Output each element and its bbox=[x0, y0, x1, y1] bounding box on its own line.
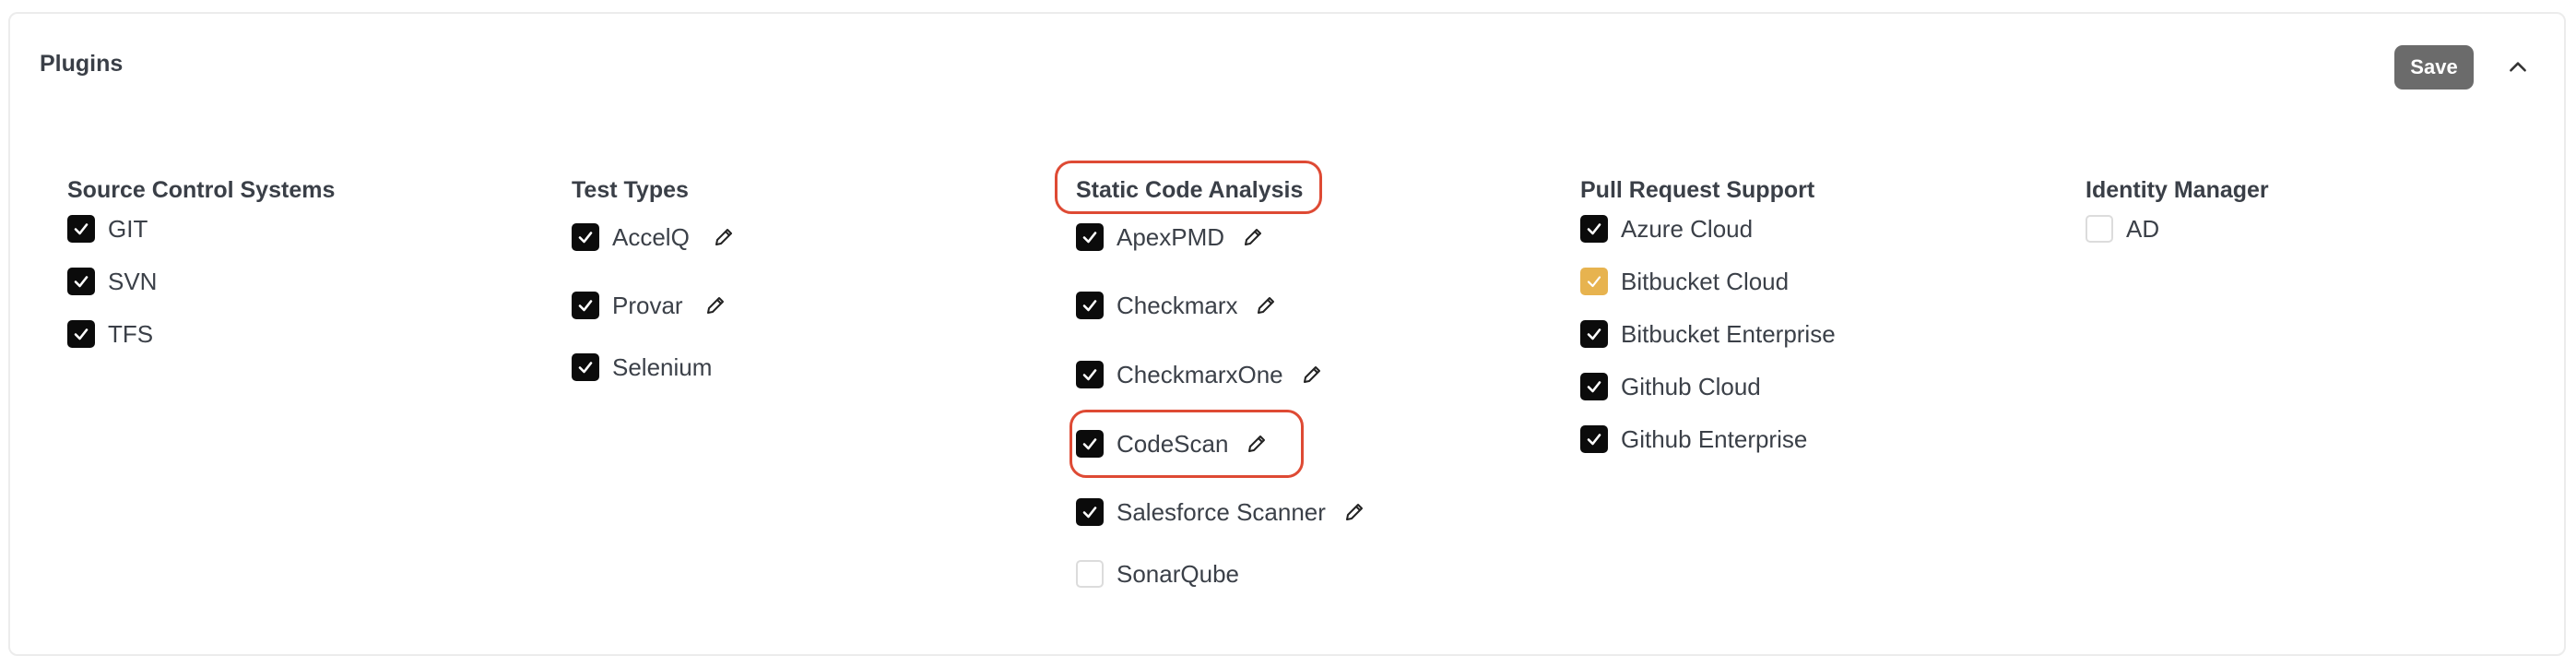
check-icon bbox=[74, 276, 89, 288]
pencil-icon[interactable] bbox=[703, 293, 727, 317]
column-title-test-types: Test Types bbox=[572, 177, 689, 203]
checkbox-bitbucket-enterprise[interactable] bbox=[1580, 320, 1608, 348]
plugin-item-bitbucket-cloud[interactable]: Bitbucket Cloud bbox=[1580, 265, 1789, 298]
checkbox-salesforce-scanner[interactable] bbox=[1076, 498, 1104, 526]
pencil-icon[interactable] bbox=[1241, 225, 1265, 249]
plugins-panel: Plugins Save bbox=[8, 12, 2566, 656]
plugin-item-bitbucket-enterprise[interactable]: Bitbucket Enterprise bbox=[1580, 317, 1836, 351]
checkbox-ad[interactable] bbox=[2086, 215, 2113, 243]
plugin-item-salesforce-scanner[interactable]: Salesforce Scanner bbox=[1076, 495, 1366, 529]
check-icon bbox=[1587, 328, 1601, 340]
plugin-item-azure-cloud[interactable]: Azure Cloud bbox=[1580, 212, 1753, 245]
check-icon bbox=[1082, 232, 1097, 244]
plugin-item-accelq[interactable]: AccelQ bbox=[572, 221, 736, 254]
pencil-icon[interactable] bbox=[712, 225, 736, 249]
plugin-label: Provar bbox=[612, 291, 683, 319]
plugin-label: Selenium bbox=[612, 352, 713, 381]
pencil-icon[interactable] bbox=[1254, 293, 1278, 317]
plugin-label: AccelQ bbox=[612, 222, 690, 251]
check-icon bbox=[1082, 507, 1097, 519]
checkbox-azure-cloud[interactable] bbox=[1580, 215, 1608, 243]
plugin-label: CheckmarxOne bbox=[1117, 360, 1283, 388]
check-icon bbox=[1587, 276, 1601, 288]
checkbox-svn[interactable] bbox=[67, 268, 95, 295]
plugin-label: ApexPMD bbox=[1117, 222, 1225, 251]
check-icon bbox=[1587, 381, 1601, 393]
plugin-item-ad[interactable]: AD bbox=[2086, 212, 2159, 245]
plugin-item-checkmarxone[interactable]: CheckmarxOne bbox=[1076, 358, 1324, 391]
plugin-item-apexpmd[interactable]: ApexPMD bbox=[1076, 221, 1265, 254]
plugin-item-git[interactable]: GIT bbox=[67, 212, 148, 245]
checkbox-codescan[interactable] bbox=[1076, 430, 1104, 458]
plugin-item-tfs[interactable]: TFS bbox=[67, 317, 153, 351]
checkbox-git[interactable] bbox=[67, 215, 95, 243]
plugin-label: CodeScan bbox=[1117, 429, 1229, 458]
plugin-label: Github Cloud bbox=[1621, 372, 1761, 400]
column-title-identity-manager: Identity Manager bbox=[2086, 177, 2269, 203]
panel-title: Plugins bbox=[40, 51, 124, 77]
checkbox-checkmarxone[interactable] bbox=[1076, 361, 1104, 388]
checkbox-selenium[interactable] bbox=[572, 353, 599, 381]
pencil-icon[interactable] bbox=[1245, 432, 1269, 456]
check-icon bbox=[578, 362, 593, 374]
check-icon bbox=[578, 300, 593, 312]
column-title-source-control: Source Control Systems bbox=[67, 177, 336, 203]
check-icon bbox=[1082, 369, 1097, 381]
check-icon bbox=[1587, 434, 1601, 446]
plugin-item-codescan[interactable]: CodeScan bbox=[1076, 427, 1269, 460]
plugin-label: Bitbucket Cloud bbox=[1621, 267, 1790, 295]
checkbox-accelq[interactable] bbox=[572, 223, 599, 251]
check-icon bbox=[1587, 223, 1601, 235]
check-icon bbox=[74, 328, 89, 340]
plugin-label: SonarQube bbox=[1117, 559, 1239, 588]
checkbox-github-cloud[interactable] bbox=[1580, 373, 1608, 400]
column-title-static-code-analysis: Static Code Analysis bbox=[1076, 177, 1304, 203]
collapse-button[interactable] bbox=[2499, 49, 2536, 86]
check-icon bbox=[578, 232, 593, 244]
plugin-item-selenium[interactable]: Selenium bbox=[572, 351, 712, 384]
plugin-label: Checkmarx bbox=[1117, 291, 1238, 319]
checkbox-bitbucket-cloud[interactable] bbox=[1580, 268, 1608, 295]
checkbox-github-enterprise[interactable] bbox=[1580, 425, 1608, 453]
plugin-label: SVN bbox=[108, 267, 158, 295]
plugin-label: Github Enterprise bbox=[1621, 424, 1808, 453]
check-icon bbox=[1082, 300, 1097, 312]
plugin-label: AD bbox=[2126, 214, 2160, 243]
plugin-label: Bitbucket Enterprise bbox=[1621, 319, 1836, 348]
plugin-item-provar[interactable]: Provar bbox=[572, 289, 727, 322]
plugin-item-github-cloud[interactable]: Github Cloud bbox=[1580, 370, 1761, 403]
checkbox-apexpmd[interactable] bbox=[1076, 223, 1104, 251]
plugin-label: TFS bbox=[108, 319, 154, 348]
column-title-pull-request-support: Pull Request Support bbox=[1580, 177, 1815, 203]
check-icon bbox=[74, 223, 89, 235]
plugin-label: Salesforce Scanner bbox=[1117, 497, 1326, 526]
plugin-item-checkmarx[interactable]: Checkmarx bbox=[1076, 289, 1278, 322]
plugin-label: Azure Cloud bbox=[1621, 214, 1754, 243]
plugin-item-sonarqube[interactable]: SonarQube bbox=[1076, 557, 1239, 590]
save-button[interactable]: Save bbox=[2394, 45, 2474, 89]
checkbox-sonarqube[interactable] bbox=[1076, 560, 1104, 588]
checkbox-checkmarx[interactable] bbox=[1076, 292, 1104, 319]
plugin-item-svn[interactable]: SVN bbox=[67, 265, 157, 298]
checkbox-provar[interactable] bbox=[572, 292, 599, 319]
pencil-icon[interactable] bbox=[1342, 500, 1366, 524]
plugin-label: GIT bbox=[108, 214, 148, 243]
plugin-item-github-enterprise[interactable]: Github Enterprise bbox=[1580, 423, 1807, 456]
check-icon bbox=[1082, 438, 1097, 450]
chevron-up-icon bbox=[2510, 62, 2526, 72]
pencil-icon[interactable] bbox=[1300, 363, 1324, 387]
checkbox-tfs[interactable] bbox=[67, 320, 95, 348]
